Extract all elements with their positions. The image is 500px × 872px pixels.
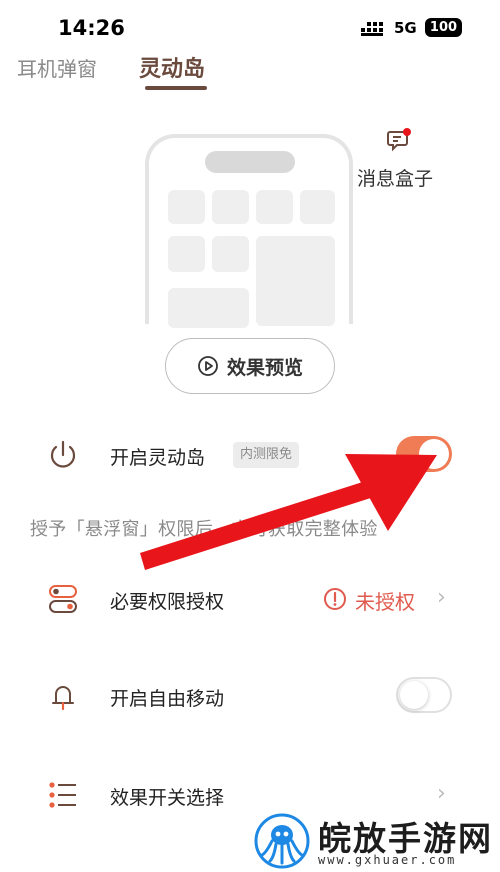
- beta-free-badge: 内测限免: [233, 442, 300, 468]
- unauthorized-status: 未授权: [355, 590, 415, 614]
- free-move-label: 开启自由移动: [110, 688, 225, 710]
- play-icon: [198, 356, 218, 376]
- free-move-toggle[interactable]: [396, 677, 452, 713]
- signal-icon: [361, 22, 383, 36]
- enable-island-label: 开启灵动岛: [110, 447, 206, 469]
- dynamic-island-shape: [205, 151, 295, 173]
- chevron-right-icon[interactable]: ›: [437, 781, 446, 806]
- toggle-settings-icon: [49, 585, 77, 613]
- warning-icon: [324, 588, 346, 610]
- permission-hint: 授予「悬浮窗」权限后，方可获取完整体验: [30, 519, 378, 540]
- list-icon: [49, 782, 76, 808]
- tab-active-underline: [145, 86, 207, 90]
- watermark-url: www.gxhuaer.com: [318, 853, 457, 867]
- battery-indicator: 100: [425, 18, 462, 37]
- effect-preview-button[interactable]: 效果预览: [165, 338, 335, 394]
- chevron-right-icon[interactable]: ›: [437, 585, 446, 610]
- tab-earphone-popup[interactable]: 耳机弹窗: [17, 53, 97, 82]
- status-time: 14:26: [58, 16, 125, 40]
- network-type: 5G: [394, 19, 417, 37]
- required-permission-label[interactable]: 必要权限授权: [110, 587, 224, 614]
- tab-dynamic-island[interactable]: 灵动岛: [139, 51, 205, 83]
- power-icon: [50, 440, 76, 468]
- enable-island-toggle[interactable]: [396, 436, 452, 472]
- effect-switch-label[interactable]: 效果开关选择: [110, 783, 224, 810]
- octopus-logo-icon: [254, 813, 310, 869]
- message-box-icon[interactable]: [387, 128, 411, 152]
- bell-icon: [52, 686, 74, 711]
- message-box-label[interactable]: 消息盒子: [357, 164, 433, 191]
- effect-preview-label: 效果预览: [226, 356, 303, 379]
